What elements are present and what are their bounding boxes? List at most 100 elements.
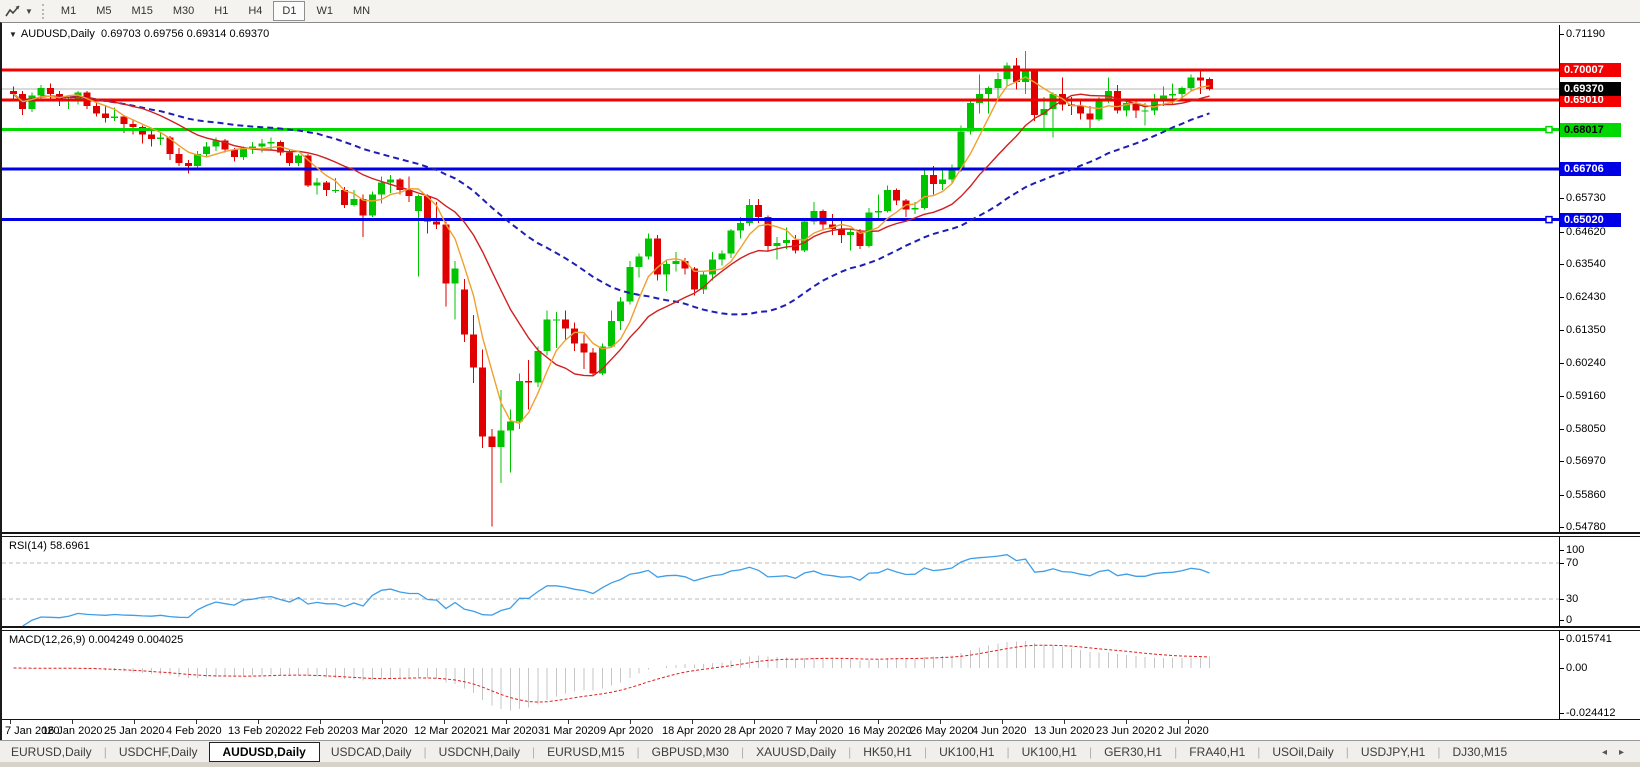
chart-tab-eurusd-daily[interactable]: EURUSD,Daily xyxy=(0,743,103,761)
date-tick xyxy=(1188,720,1189,724)
pane-separator[interactable] xyxy=(2,532,1640,537)
chart-tab-usoil-daily[interactable]: USOil,Daily xyxy=(1261,743,1344,761)
chart-tab-list: EURUSD,Daily|USDCHF,DailyAUDUSD,DailyUSD… xyxy=(0,742,1518,762)
axis-tick xyxy=(1560,429,1564,430)
date-tick xyxy=(940,720,941,724)
rsi-line xyxy=(23,555,1210,626)
date-tick xyxy=(1126,720,1127,724)
price-tick-label: 70 xyxy=(1566,556,1578,570)
axis-tick xyxy=(1560,495,1564,496)
axis-tick xyxy=(1560,713,1564,714)
tool-dropdown-caret-icon[interactable]: ▼ xyxy=(25,7,33,16)
price-tick-label: 0 xyxy=(1566,613,1572,627)
pane-separator[interactable] xyxy=(2,626,1640,631)
date-tick-label: 9 Apr 2020 xyxy=(600,725,653,737)
price-level-label[interactable]: 0.70007 xyxy=(1560,63,1621,77)
date-axis-border xyxy=(2,719,1640,720)
date-tick-label: 13 Jun 2020 xyxy=(1034,725,1095,737)
price-tick-label: 0.59160 xyxy=(1566,389,1606,403)
chart-tab-xauusd-daily[interactable]: XAUUSD,Daily xyxy=(745,743,847,761)
chart-tab-usdcad-daily[interactable]: USDCAD,Daily xyxy=(320,743,423,761)
chart-line-tool-icon xyxy=(5,4,22,18)
chart-tab-audusd-daily[interactable]: AUDUSD,Daily xyxy=(209,742,320,762)
date-tick xyxy=(320,720,321,724)
rsi-indicator-label: RSI(14) 58.6961 xyxy=(9,540,90,552)
price-tick-label: 0.58050 xyxy=(1566,422,1606,436)
timeframe-button-h1[interactable]: H1 xyxy=(205,1,237,21)
axis-tick xyxy=(1560,668,1564,669)
date-tick-label: 25 Jan 2020 xyxy=(104,725,165,737)
date-tick-label: 23 Jun 2020 xyxy=(1096,725,1157,737)
chart-tab-fra40-h1[interactable]: FRA40,H1 xyxy=(1178,743,1256,761)
date-tick xyxy=(444,720,445,724)
axis-tick xyxy=(1560,599,1564,600)
chart-tab-uk100-h1[interactable]: UK100,H1 xyxy=(1011,743,1088,761)
chart-tab-usdjpy-h1[interactable]: USDJPY,H1 xyxy=(1350,743,1436,761)
date-tick xyxy=(568,720,569,724)
date-tick xyxy=(134,720,135,724)
date-tick xyxy=(382,720,383,724)
date-tick xyxy=(196,720,197,724)
chart-tab-hk50-h1[interactable]: HK50,H1 xyxy=(852,743,923,761)
price-tick-label: 0.00 xyxy=(1566,661,1587,675)
line-handle[interactable] xyxy=(1546,127,1552,133)
date-tick-label: 12 Mar 2020 xyxy=(414,725,476,737)
timeframe-button-m15[interactable]: M15 xyxy=(122,1,161,21)
timeframe-button-m5[interactable]: M5 xyxy=(87,1,120,21)
tab-scroll-right-icon[interactable]: ▸ xyxy=(1619,747,1624,758)
macd-pane[interactable] xyxy=(2,631,1559,719)
main-price-pane[interactable] xyxy=(2,25,1559,532)
price-tick-label: 0.54780 xyxy=(1566,520,1606,534)
chart-tab-eurusd-m15[interactable]: EURUSD,M15 xyxy=(536,743,635,761)
date-tick xyxy=(72,720,73,724)
date-tick-label: 16 Jan 2020 xyxy=(42,725,103,737)
tab-scroll-left-icon[interactable]: ◂ xyxy=(1602,747,1607,758)
rsi-pane[interactable] xyxy=(2,537,1559,626)
price-tick-label: 0.60240 xyxy=(1566,356,1606,370)
status-strip xyxy=(0,762,1640,767)
timeframe-toolbar: ▼ M1M5M15M30H1H4D1W1MN xyxy=(0,0,1640,23)
price-level-label[interactable]: 0.68017 xyxy=(1560,123,1621,137)
chart-tab-ger30-h1[interactable]: GER30,H1 xyxy=(1093,743,1173,761)
chart-window: ▼AUDUSD,Daily 0.69703 0.69756 0.69314 0.… xyxy=(0,22,1640,740)
timeframe-button-h4[interactable]: H4 xyxy=(239,1,271,21)
line-handle[interactable] xyxy=(1546,217,1552,223)
axis-tick xyxy=(1560,363,1564,364)
timeframe-button-m1[interactable]: M1 xyxy=(52,1,85,21)
date-tick xyxy=(630,720,631,724)
date-tick-label: 31 Mar 2020 xyxy=(538,725,600,737)
timeframe-button-m30[interactable]: M30 xyxy=(164,1,203,21)
price-tick-label: 100 xyxy=(1566,543,1584,557)
axis-tick xyxy=(1560,198,1564,199)
chart-title: ▼AUDUSD,Daily 0.69703 0.69756 0.69314 0.… xyxy=(9,28,269,40)
current-price-label[interactable]: 0.69370 xyxy=(1560,82,1621,96)
chart-title-ohlc: 0.69703 0.69756 0.69314 0.69370 xyxy=(101,28,269,40)
date-tick xyxy=(692,720,693,724)
chart-tab-uk100-h1[interactable]: UK100,H1 xyxy=(928,743,1005,761)
timeframe-button-mn[interactable]: MN xyxy=(344,1,379,21)
chart-line-tool-button[interactable]: ▼ xyxy=(0,4,36,18)
timeframe-button-w1[interactable]: W1 xyxy=(307,1,342,21)
chart-tab-gbpusd-m30[interactable]: GBPUSD,M30 xyxy=(641,743,740,761)
date-tick xyxy=(816,720,817,724)
date-tick-label: 18 Apr 2020 xyxy=(662,725,721,737)
chart-tab-usdcnh-daily[interactable]: USDCNH,Daily xyxy=(428,743,531,761)
timeframe-button-d1[interactable]: D1 xyxy=(273,1,305,21)
chart-tab-usdchf-daily[interactable]: USDCHF,Daily xyxy=(108,743,209,761)
date-tick-label: 4 Feb 2020 xyxy=(166,725,222,737)
chart-tab-dj30-m15[interactable]: DJ30,M15 xyxy=(1441,743,1518,761)
axis-tick xyxy=(1560,639,1564,640)
date-tick xyxy=(506,720,507,724)
tab-scroll-arrows: ◂ ▸ xyxy=(1602,747,1640,758)
price-tick-label: 0.55860 xyxy=(1566,488,1606,502)
price-level-label[interactable]: 0.65020 xyxy=(1560,213,1621,227)
candles xyxy=(10,51,1213,527)
axis-tick xyxy=(1560,34,1564,35)
date-tick-label: 22 Feb 2020 xyxy=(290,725,352,737)
toolbar-grip-handle[interactable] xyxy=(42,4,44,19)
axis-tick xyxy=(1560,527,1564,528)
date-tick-label: 13 Feb 2020 xyxy=(228,725,290,737)
price-tick-label: 30 xyxy=(1566,592,1578,606)
chart-title-dropdown-icon[interactable]: ▼ xyxy=(9,30,17,39)
price-level-label[interactable]: 0.66706 xyxy=(1560,162,1621,176)
